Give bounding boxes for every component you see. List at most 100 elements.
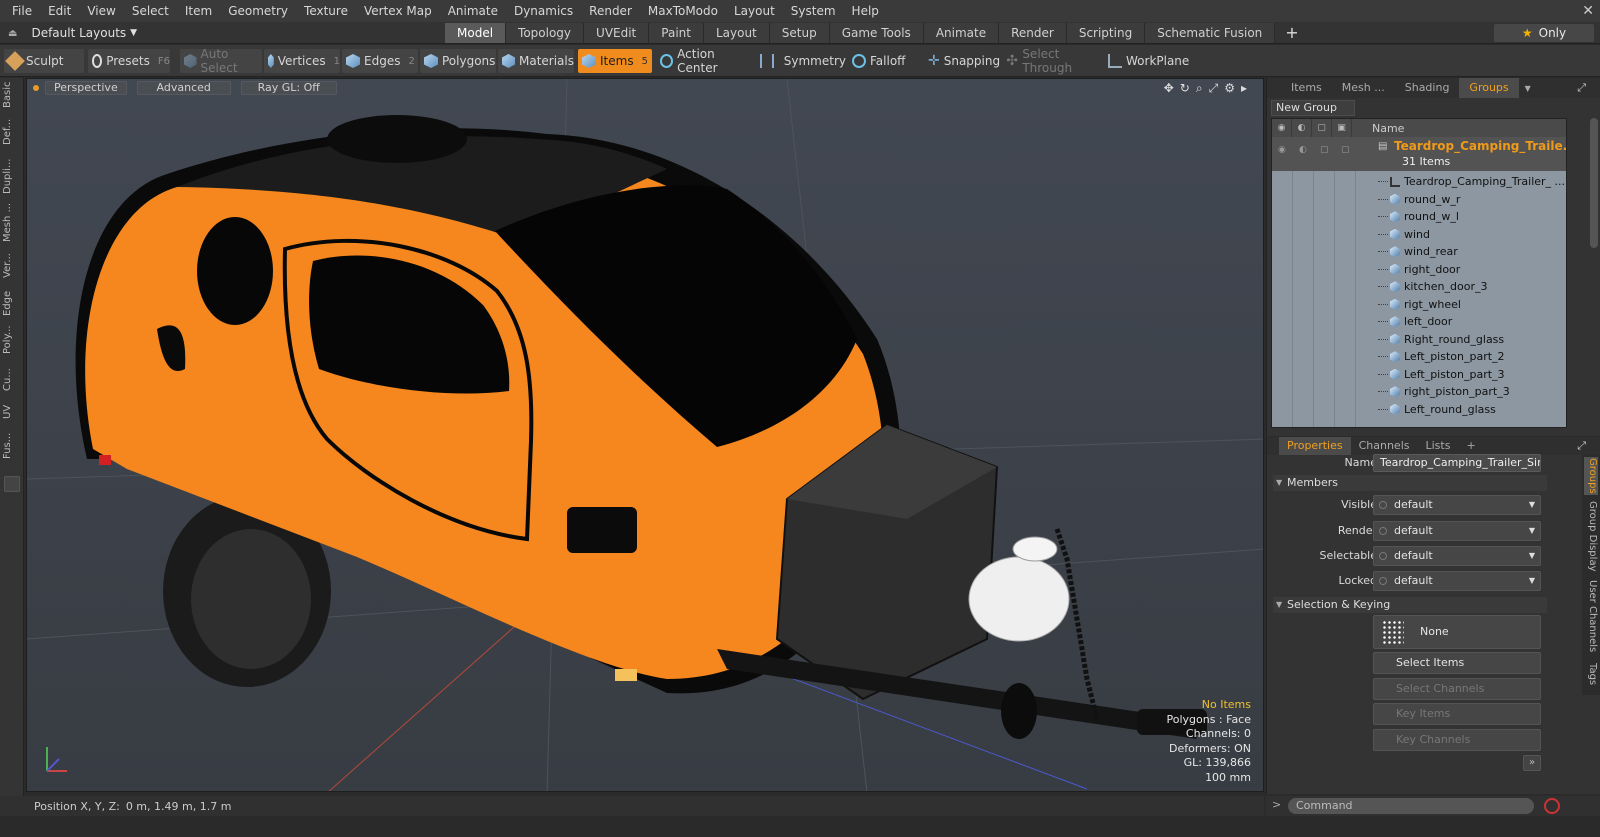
list-item[interactable]: round_w_r (1378, 191, 1460, 209)
palette-tab-basic[interactable]: Basic (2, 82, 22, 110)
action-center-button[interactable]: Action Center (656, 47, 752, 75)
menu-edit[interactable]: Edit (40, 0, 79, 22)
falloff-button[interactable]: Falloff (848, 49, 920, 73)
list-item[interactable]: Right_round_glass (1378, 331, 1504, 349)
command-input[interactable]: Command (1288, 798, 1534, 814)
menu-file[interactable]: File (4, 0, 40, 22)
gear-icon[interactable]: ⚙ (1224, 81, 1235, 96)
home-icon[interactable]: ⏏ (8, 28, 17, 39)
name-field[interactable]: Teardrop_Camping_Trailer_Simple (1373, 454, 1541, 472)
new-group-button[interactable]: New Group (1271, 100, 1355, 116)
tab-setup[interactable]: Setup (769, 23, 830, 43)
selectable-select[interactable]: default ▼ (1373, 546, 1541, 566)
fit-view-icon[interactable]: ⤢ (1209, 81, 1219, 96)
visible-select[interactable]: default ▼ (1373, 495, 1541, 515)
tab-render[interactable]: Render (999, 23, 1067, 43)
view-mode-button[interactable]: Perspective (45, 81, 127, 95)
menu-layout[interactable]: Layout (726, 0, 783, 22)
materials-button[interactable]: Materials (498, 49, 574, 73)
tab-model[interactable]: Model (445, 23, 507, 43)
sculpt-button[interactable]: Sculpt (4, 49, 84, 73)
render-select[interactable]: default ▼ (1373, 521, 1541, 541)
only-toggle[interactable]: ★ Only (1494, 24, 1594, 42)
close-icon[interactable]: ✕ (1582, 0, 1594, 22)
list-item[interactable]: Left_round_glass (1378, 401, 1496, 419)
tab-mesh[interactable]: Mesh ... (1332, 78, 1395, 98)
tab-topology[interactable]: Topology (506, 23, 585, 43)
list-item[interactable]: left_door (1378, 313, 1452, 331)
menu-maxtomodo[interactable]: MaxToModo (640, 0, 726, 22)
maximize-panel-icon[interactable]: ⤢ (1577, 437, 1586, 455)
palette-expand-button[interactable] (4, 476, 20, 492)
auto-select-button[interactable]: Auto Select (180, 47, 262, 75)
list-item[interactable]: wind_rear (1378, 243, 1458, 261)
menu-dynamics[interactable]: Dynamics (506, 0, 581, 22)
list-item[interactable]: right_door (1378, 261, 1460, 279)
key-items-button[interactable]: Key Items (1373, 703, 1541, 725)
menu-render[interactable]: Render (581, 0, 640, 22)
palette-tab-mesh[interactable]: Mesh ... (2, 200, 22, 244)
add-tab-icon[interactable]: + (1275, 23, 1308, 43)
menu-vertex-map[interactable]: Vertex Map (356, 0, 440, 22)
palette-tab-uv[interactable]: UV (2, 400, 22, 424)
tab-schematic-fusion[interactable]: Schematic Fusion (1145, 23, 1276, 43)
side-tab-groups[interactable]: Groups (1584, 457, 1598, 495)
group-render-icon[interactable]: ◐ (1299, 145, 1307, 155)
tab-items[interactable]: Items (1281, 78, 1332, 98)
name-column-header[interactable]: Name (1372, 122, 1404, 135)
edges-button[interactable]: Edges 2 (342, 49, 418, 73)
menu-geometry[interactable]: Geometry (220, 0, 296, 22)
locked-select[interactable]: default ▼ (1373, 571, 1541, 591)
workplane-button[interactable]: WorkPlane (1104, 49, 1190, 73)
select-items-button[interactable]: Select Items (1373, 652, 1541, 674)
menu-select[interactable]: Select (124, 0, 177, 22)
group-visibility-icon[interactable]: ◉ (1278, 145, 1286, 155)
selection-keying-section[interactable]: ▼ Selection & Keying (1273, 597, 1547, 613)
group-name[interactable]: Teardrop_Camping_Traile... (1394, 139, 1566, 153)
select-through-button[interactable]: ✣ Select Through (1002, 47, 1102, 75)
list-item[interactable]: kitchen_door_3 (1378, 278, 1487, 296)
menu-system[interactable]: System (783, 0, 844, 22)
tab-game-tools[interactable]: Game Tools (829, 23, 924, 43)
members-section[interactable]: ▼ Members (1273, 475, 1547, 491)
palette-tab-curve[interactable]: Cu... (2, 362, 22, 398)
key-channels-button[interactable]: Key Channels (1373, 729, 1541, 751)
select-column-icon[interactable]: ▣ (1332, 119, 1352, 137)
layouts-dropdown[interactable]: ⏏ Default Layouts ▼ (0, 22, 137, 44)
move-view-icon[interactable]: ✥ (1164, 81, 1174, 96)
zoom-view-icon[interactable]: ⌕ (1196, 81, 1203, 96)
palette-tab-edge[interactable]: Edge (2, 288, 22, 318)
list-item[interactable]: wind (1378, 226, 1430, 244)
menu-view[interactable]: View (79, 0, 123, 22)
vertices-button[interactable]: Vertices 1 (264, 49, 340, 73)
menu-texture[interactable]: Texture (296, 0, 356, 22)
snapping-button[interactable]: ✛ Snapping (924, 49, 1000, 73)
none-button[interactable]: None (1373, 615, 1541, 649)
group-lock-icon[interactable]: ▢ (1320, 145, 1329, 155)
select-channels-button[interactable]: Select Channels (1373, 678, 1541, 700)
menu-item[interactable]: Item (177, 0, 220, 22)
tab-layout[interactable]: Layout (703, 23, 770, 43)
palette-tab-deform[interactable]: Def... (2, 112, 22, 152)
tab-uvedit[interactable]: UVEdit (584, 23, 650, 43)
polygons-button[interactable]: Polygons (420, 49, 496, 73)
tab-paint[interactable]: Paint (649, 23, 704, 43)
list-item[interactable]: Left_piston_part_2 (1378, 348, 1505, 366)
3d-viewport[interactable]: Perspective Advanced Ray GL: Off ✥ ↻ ⌕ ⤢… (26, 78, 1264, 792)
tab-animate[interactable]: Animate (923, 23, 1000, 43)
side-tab-user-channels[interactable]: User Channels (1584, 577, 1598, 655)
lock-column-icon[interactable]: ▢ (1312, 119, 1332, 137)
tab-scripting[interactable]: Scripting (1066, 23, 1146, 43)
palette-tab-fusion[interactable]: Fus... (2, 426, 22, 466)
list-item[interactable]: right_piston_part_3 (1378, 383, 1510, 401)
list-item[interactable]: Teardrop_Camping_Trailer_ ... (1378, 173, 1565, 191)
tabs-dropdown-icon[interactable]: ▼ (1525, 84, 1531, 93)
tab-groups[interactable]: Groups (1459, 78, 1519, 98)
menu-animate[interactable]: Animate (440, 0, 506, 22)
expand-arrow-icon[interactable]: ▸ (1241, 81, 1247, 96)
viewport-options-icon[interactable] (33, 85, 39, 91)
palette-tab-vertex[interactable]: Ver... (2, 246, 22, 286)
presets-button[interactable]: Presets F6 (88, 49, 170, 73)
palette-tab-duplicate[interactable]: Dupli... (2, 154, 22, 198)
group-select-icon[interactable]: ▢ (1341, 145, 1350, 155)
